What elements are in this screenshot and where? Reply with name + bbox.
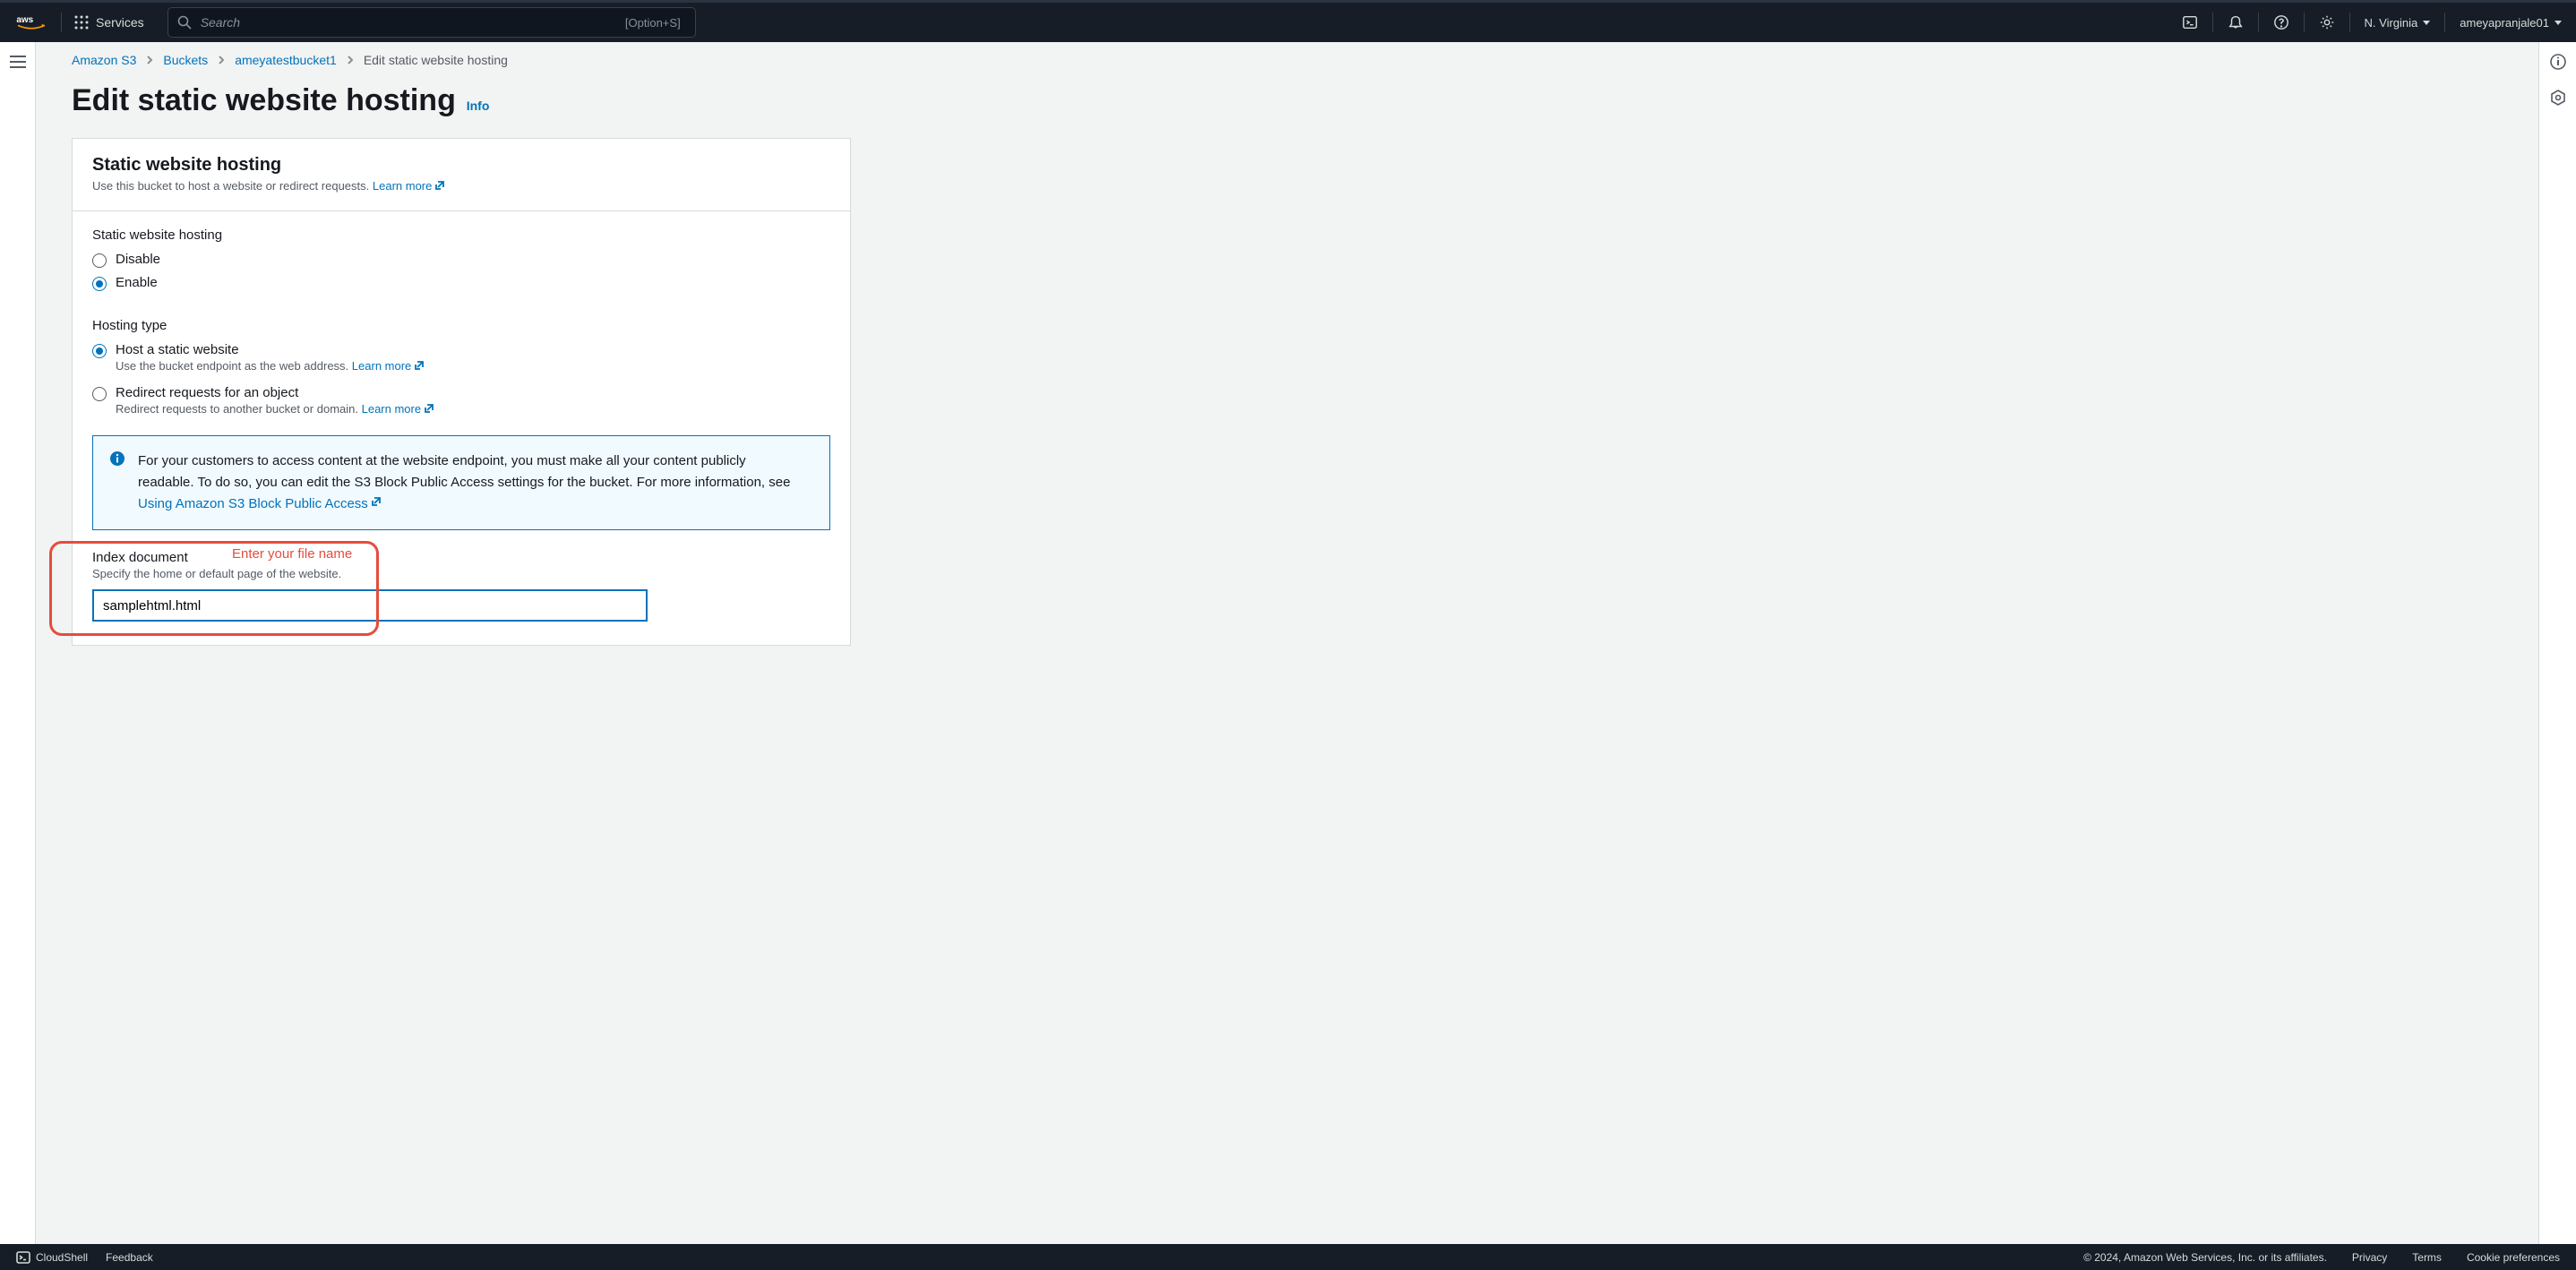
user-menu[interactable]: ameyapranjale01 xyxy=(2445,16,2576,30)
breadcrumb-root[interactable]: Amazon S3 xyxy=(72,53,136,67)
radio-disable-label: Disable xyxy=(116,252,160,267)
external-link-icon xyxy=(413,359,425,374)
panel-body: Static website hosting Disable Enable Ho… xyxy=(73,211,850,645)
notifications-button[interactable] xyxy=(2213,3,2258,42)
index-document-label: Index document xyxy=(92,550,830,565)
breadcrumb-bucket-name[interactable]: ameyatestbucket1 xyxy=(235,53,337,67)
panel-header: Static website hosting Use this bucket t… xyxy=(73,139,850,211)
svg-text:aws: aws xyxy=(16,15,33,25)
region-selector[interactable]: N. Virginia xyxy=(2350,16,2445,30)
left-rail xyxy=(0,42,36,1244)
chevron-right-icon xyxy=(346,53,355,67)
index-document-input[interactable] xyxy=(92,589,648,622)
region-label: N. Virginia xyxy=(2365,16,2418,30)
panel-heading: Static website hosting xyxy=(92,155,830,176)
chevron-right-icon xyxy=(145,53,154,67)
info-link[interactable]: Info xyxy=(467,99,490,113)
breadcrumb: Amazon S3 Buckets ameyatestbucket1 Edit … xyxy=(36,42,2538,67)
index-document-block: Enter your file name Index document Spec… xyxy=(92,550,830,622)
info-alert-text: For your customers to access content at … xyxy=(138,451,801,515)
copyright: © 2024, Amazon Web Services, Inc. or its… xyxy=(2083,1251,2327,1264)
host-static-desc: Use the bucket endpoint as the web addre… xyxy=(116,359,425,374)
page-title: Edit static website hosting xyxy=(72,83,456,117)
radio-icon-selected xyxy=(92,277,107,291)
settings-button[interactable] xyxy=(2305,3,2349,42)
radio-icon xyxy=(92,253,107,268)
learn-more-link[interactable]: Learn more xyxy=(373,179,446,193)
footer: CloudShell Feedback © 2024, Amazon Web S… xyxy=(0,1244,2576,1270)
breadcrumb-buckets[interactable]: Buckets xyxy=(163,53,208,67)
radio-icon xyxy=(92,387,107,401)
main-content: Amazon S3 Buckets ameyatestbucket1 Edit … xyxy=(36,42,2538,1244)
block-public-access-link[interactable]: Using Amazon S3 Block Public Access xyxy=(138,496,382,511)
radio-host-static[interactable]: Host a static website Use the bucket end… xyxy=(92,342,830,374)
radio-disable[interactable]: Disable xyxy=(92,252,830,268)
help-button[interactable] xyxy=(2259,3,2304,42)
chevron-right-icon xyxy=(217,53,226,67)
cloudshell-button[interactable]: CloudShell xyxy=(16,1251,88,1264)
search-icon xyxy=(177,15,192,30)
info-icon xyxy=(109,451,125,515)
redirect-label: Redirect requests for an object xyxy=(116,385,435,400)
hosting-type-label: Hosting type xyxy=(92,318,830,333)
radio-enable[interactable]: Enable xyxy=(92,275,830,291)
hexagon-icon[interactable] xyxy=(2549,89,2567,107)
terms-link[interactable]: Terms xyxy=(2412,1251,2442,1264)
cloudshell-label: CloudShell xyxy=(36,1251,88,1264)
radio-enable-label: Enable xyxy=(116,275,158,290)
menu-toggle[interactable] xyxy=(9,55,27,69)
redirect-desc: Redirect requests to another bucket or d… xyxy=(116,402,435,417)
index-document-desc: Specify the home or default page of the … xyxy=(92,567,830,580)
host-static-label: Host a static website xyxy=(116,342,425,357)
cookie-link[interactable]: Cookie preferences xyxy=(2467,1251,2560,1264)
learn-more-link[interactable]: Learn more xyxy=(352,359,425,373)
learn-more-link[interactable]: Learn more xyxy=(362,402,435,416)
external-link-icon xyxy=(434,179,446,194)
cloudshell-icon-button[interactable] xyxy=(2168,3,2212,42)
search-shortcut: [Option+S] xyxy=(625,16,681,30)
privacy-link[interactable]: Privacy xyxy=(2352,1251,2387,1264)
panel-heading-desc: Use this bucket to host a website or red… xyxy=(92,179,830,194)
external-link-icon xyxy=(423,402,435,417)
services-label: Services xyxy=(96,15,144,30)
top-header: aws Services [Option+S] N. Virginia xyxy=(0,0,2576,42)
radio-redirect[interactable]: Redirect requests for an object Redirect… xyxy=(92,385,830,417)
info-panel-icon[interactable] xyxy=(2549,53,2567,71)
search-input[interactable] xyxy=(201,15,625,30)
radio-icon-selected xyxy=(92,344,107,358)
search-box[interactable]: [Option+S] xyxy=(167,7,696,38)
username-label: ameyapranjale01 xyxy=(2460,16,2549,30)
external-link-icon xyxy=(370,493,382,515)
breadcrumb-current: Edit static website hosting xyxy=(364,53,508,67)
feedback-link[interactable]: Feedback xyxy=(106,1251,153,1264)
chevron-down-icon xyxy=(2423,21,2430,25)
info-alert: For your customers to access content at … xyxy=(92,435,830,530)
chevron-down-icon xyxy=(2555,21,2562,25)
grid-icon xyxy=(74,15,89,30)
right-rail xyxy=(2538,42,2576,1244)
static-hosting-panel: Static website hosting Use this bucket t… xyxy=(72,138,851,646)
services-button[interactable]: Services xyxy=(62,15,157,30)
aws-logo[interactable]: aws xyxy=(16,13,47,31)
static-hosting-label: Static website hosting xyxy=(92,227,830,243)
